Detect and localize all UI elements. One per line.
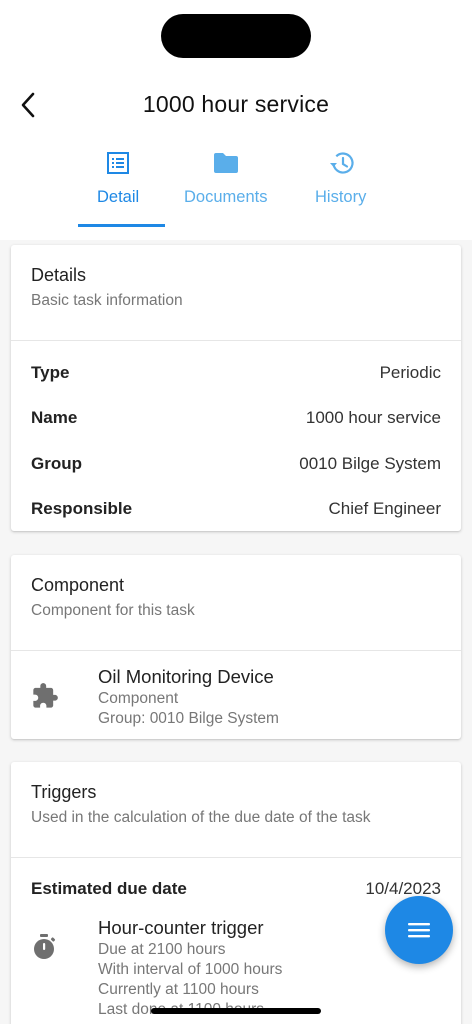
card-title: Details xyxy=(31,265,87,285)
tab-history[interactable]: History xyxy=(315,148,366,207)
active-tab-indicator xyxy=(78,224,165,227)
component-card: Component Component for this task Oil Mo… xyxy=(11,555,461,739)
info-row-type: Type Periodic xyxy=(31,361,441,385)
tab-label: History xyxy=(315,188,367,206)
trigger-detail: Due at 2100 hours xyxy=(98,941,226,958)
component-type: Component xyxy=(98,690,179,707)
due-date-value: 10/4/2023 xyxy=(365,879,441,898)
page-title: 1000 hour service xyxy=(142,91,330,117)
stopwatch-icon xyxy=(34,934,56,959)
info-label: Type xyxy=(31,363,70,382)
info-label: Name xyxy=(31,408,78,427)
estimated-due-date-row: Estimated due date 10/4/2023 xyxy=(31,879,441,899)
tab-label: Documents xyxy=(184,188,268,206)
card-subtitle: Used in the calculation of the due date … xyxy=(31,809,371,826)
card-subtitle: Basic task information xyxy=(31,292,183,309)
info-value: 0010 Bilge System xyxy=(299,454,441,473)
card-title: Component xyxy=(31,575,125,595)
info-value: 1000 hour service xyxy=(305,408,441,427)
details-card: Details Basic task information Type Peri… xyxy=(11,245,461,531)
card-title: Triggers xyxy=(31,782,97,802)
triggers-card: Triggers Used in the calculation of the … xyxy=(11,762,461,1024)
info-value: Chief Engineer xyxy=(328,499,441,518)
list-alt-icon xyxy=(107,152,130,174)
component-group: Group: 0010 Bilge System xyxy=(98,710,279,727)
trigger-name: Hour-counter trigger xyxy=(98,917,264,938)
dynamic-island xyxy=(161,14,311,58)
info-row-name: Name 1000 hour service xyxy=(31,406,441,430)
info-value: Periodic xyxy=(379,363,441,382)
info-label: Group xyxy=(31,454,82,473)
component-name: Oil Monitoring Device xyxy=(98,666,274,687)
info-label: Responsible xyxy=(31,499,133,518)
home-indicator xyxy=(151,1008,321,1014)
info-row-responsible: Responsible Chief Engineer xyxy=(31,497,441,521)
trigger-detail: Currently at 1100 hours xyxy=(98,981,259,998)
menu-icon xyxy=(408,923,430,938)
history-icon xyxy=(329,152,354,174)
menu-fab-button[interactable] xyxy=(385,896,453,964)
component-list-item[interactable]: Oil Monitoring Device Component Group: 0… xyxy=(11,652,461,742)
puzzle-piece-icon xyxy=(33,683,58,708)
tab-detail[interactable]: Detail xyxy=(97,148,139,207)
trigger-detail: With interval of 1000 hours xyxy=(98,961,283,978)
folder-icon xyxy=(213,153,238,173)
due-date-label: Estimated due date xyxy=(31,879,187,898)
tab-label: Detail xyxy=(97,188,140,206)
info-row-group: Group 0010 Bilge System xyxy=(31,452,441,476)
card-subtitle: Component for this task xyxy=(31,602,195,619)
tab-documents[interactable]: Documents xyxy=(184,148,267,207)
